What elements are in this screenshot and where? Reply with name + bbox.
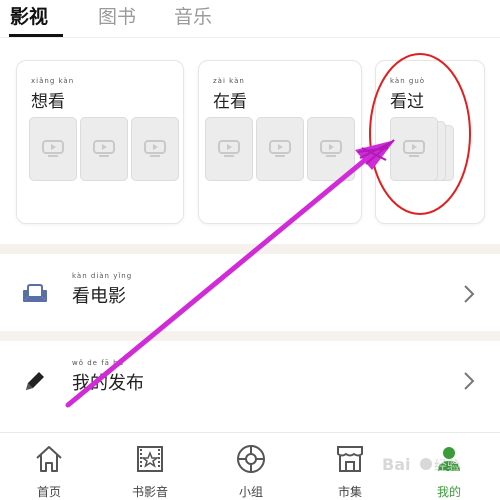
svg-text:经验: 经验 [434, 458, 460, 474]
tab-books-label: 图书 [98, 6, 137, 28]
tab-music-label: 音乐 [174, 6, 213, 28]
tab-film-label: 影视 [10, 6, 49, 28]
row-watch-movie[interactable]: kàn diàn yǐng 看电影 [0, 254, 500, 334]
row-my-posts-label: wǒ de fā bù 我的发布 [72, 359, 144, 394]
play-icon [403, 140, 425, 157]
poster-placeholder [131, 117, 179, 181]
market-icon [337, 446, 363, 472]
tab-books[interactable]: 图书 [98, 4, 136, 30]
card-want-ruby: xiǎng kàn [31, 77, 75, 85]
nav-market-label: 市集 [337, 485, 362, 499]
nav-home[interactable]: 首页 [14, 441, 84, 499]
play-icon [218, 140, 240, 157]
nav-me-label: 我的 [436, 485, 461, 499]
group-icon [237, 445, 265, 473]
cinema-icon [137, 446, 163, 472]
tab-film[interactable]: 影视 [10, 4, 48, 30]
card-want-to-watch[interactable]: xiǎng kàn 想看 [16, 60, 184, 224]
chevron-right-icon [464, 372, 475, 390]
play-icon [42, 140, 64, 157]
home-icon [36, 446, 62, 472]
play-icon [93, 140, 115, 157]
row-watch-movie-label: kàn diàn yǐng 看电影 [72, 272, 133, 307]
poster-placeholder [80, 117, 128, 181]
play-icon [320, 140, 342, 157]
card-watching[interactable]: zài kàn 在看 [198, 60, 362, 224]
nav-groups[interactable]: 小组 [216, 441, 286, 499]
card-watching-ruby: zài kàn [213, 77, 245, 85]
poster-placeholder [29, 117, 77, 181]
watermark-logo: Bai 经验 [382, 455, 460, 474]
section-divider [0, 244, 500, 254]
svg-text:Bai: Bai [382, 455, 410, 474]
play-icon [269, 140, 291, 157]
nav-media[interactable]: 书影音 [115, 441, 185, 499]
poster-placeholder [307, 117, 355, 181]
nav-groups-label: 小组 [238, 485, 263, 499]
play-icon [144, 140, 166, 157]
row-my-posts[interactable]: wǒ de fā bù 我的发布 [0, 341, 500, 421]
tab-music[interactable]: 音乐 [174, 4, 212, 30]
chevron-right-icon [464, 285, 475, 303]
nav-market[interactable]: 市集 [315, 441, 385, 499]
media-tabs: 影视 图书 音乐 [0, 0, 500, 38]
card-watching-title: zài kàn 在看 [213, 77, 247, 112]
card-want-title: xiǎng kàn 想看 [31, 77, 75, 112]
poster-placeholder [390, 117, 438, 181]
nav-media-label: 书影音 [131, 485, 168, 499]
nav-home-label: 首页 [36, 485, 61, 499]
sofa-icon [23, 284, 47, 302]
card-watched-title: kàn guò 看过 [390, 77, 426, 112]
poster-placeholder [205, 117, 253, 181]
active-tab-indicator [9, 34, 63, 37]
poster-placeholder [256, 117, 304, 181]
card-watched[interactable]: kàn guò 看过 [375, 60, 485, 224]
card-watched-ruby: kàn guò [390, 77, 426, 85]
pencil-icon [26, 372, 44, 390]
